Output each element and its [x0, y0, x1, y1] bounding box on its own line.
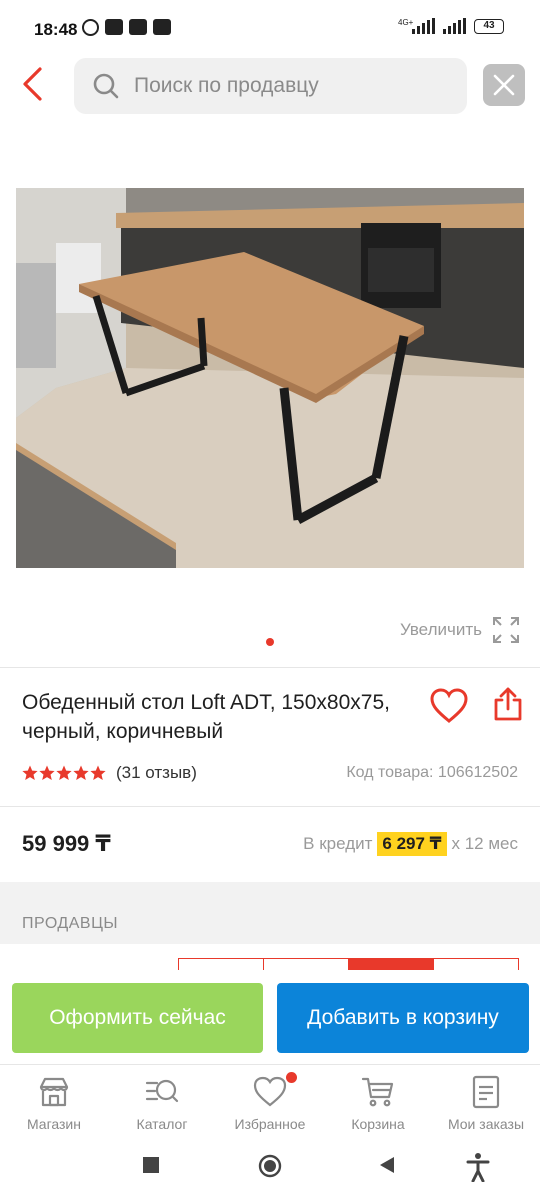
buy-now-button[interactable]: Оформить сейчас [12, 983, 263, 1053]
tab-label: Мои заказы [447, 1116, 525, 1132]
notification-badge [286, 1072, 297, 1083]
bottom-tab-bar: Магазин Каталог Избранное Корзина Мои за… [0, 1064, 540, 1136]
tab-favorites[interactable]: Избранное [216, 1065, 324, 1136]
product-image[interactable] [16, 188, 524, 568]
favorite-button[interactable] [430, 688, 468, 724]
share-icon [494, 687, 522, 721]
signal-icon [443, 18, 466, 34]
add-to-cart-button[interactable]: Добавить в корзину [277, 983, 529, 1053]
heart-icon [430, 688, 468, 723]
back-nav-icon[interactable] [378, 1156, 396, 1174]
share-button[interactable] [494, 686, 522, 722]
search-icon [93, 73, 119, 99]
product-photo-table [16, 188, 524, 568]
orders-icon [472, 1075, 500, 1109]
status-time: 18:48 [34, 20, 78, 39]
notification-icons [82, 19, 171, 36]
shop-icon [39, 1077, 69, 1107]
credit-suffix: х 12 мес [451, 834, 519, 853]
reviews-count[interactable]: (31 отзыв) [116, 763, 197, 783]
sellers-heading: ПРОДАВЦЫ [22, 915, 119, 932]
divider [0, 806, 540, 807]
action-buttons: Оформить сейчас Добавить в корзину [0, 970, 540, 1064]
tab-label: Корзина [351, 1116, 405, 1132]
expand-icon [493, 617, 519, 643]
youtube-icon [129, 19, 147, 35]
heart-icon [253, 1076, 287, 1107]
search-field[interactable] [74, 58, 467, 114]
tab-shop[interactable]: Магазин [0, 1065, 108, 1136]
close-icon [493, 74, 515, 96]
section-separator [0, 882, 540, 944]
star-icon [90, 765, 106, 780]
alarm-icon [82, 19, 99, 36]
recent-apps-icon[interactable] [142, 1156, 160, 1174]
star-icon [56, 765, 72, 780]
accessibility-icon[interactable] [466, 1152, 490, 1182]
system-nav-bar [0, 1136, 540, 1200]
zoom-button[interactable]: Увеличить [400, 616, 520, 644]
close-button[interactable] [483, 64, 525, 106]
credit-prefix: В кредит [303, 834, 373, 853]
tab-catalog[interactable]: Каталог [108, 1065, 216, 1136]
credit-offer[interactable]: В кредит 6 297 ₸ х 12 мес [303, 832, 518, 856]
tab-orders[interactable]: Мои заказы [432, 1065, 540, 1136]
status-bar: 18:48 4G+ 43 [0, 0, 540, 58]
catalog-icon [145, 1079, 179, 1103]
star-icon [73, 765, 89, 780]
back-arrow-icon [23, 67, 42, 101]
star-icon [22, 765, 38, 780]
rating[interactable]: (31 отзыв) [22, 763, 197, 783]
home-icon[interactable] [258, 1154, 282, 1178]
rating-stars [22, 765, 106, 781]
product-title: Обеденный стол Loft ADT, 150х80х75, черн… [22, 691, 390, 743]
product-code: Код товара: 106612502 [346, 764, 518, 781]
signal-icon [412, 18, 435, 34]
tab-label: Каталог [136, 1116, 188, 1132]
credit-amount: 6 297 ₸ [377, 832, 447, 856]
carousel-dot-active [266, 638, 274, 646]
cart-icon [361, 1077, 394, 1107]
search-input[interactable] [134, 74, 414, 98]
back-button[interactable] [16, 64, 50, 104]
zoom-label: Увеличить [400, 620, 482, 639]
price: 59 999 ₸ [22, 831, 111, 856]
tab-label: Избранное [234, 1116, 306, 1132]
battery-icon: 43 [474, 18, 504, 34]
youtube-icon [153, 19, 171, 35]
star-icon [39, 765, 55, 780]
search-header [0, 58, 540, 116]
tab-cart[interactable]: Корзина [324, 1065, 432, 1136]
tab-label: Магазин [26, 1116, 81, 1132]
divider [0, 667, 540, 668]
notification-icon [105, 19, 123, 35]
